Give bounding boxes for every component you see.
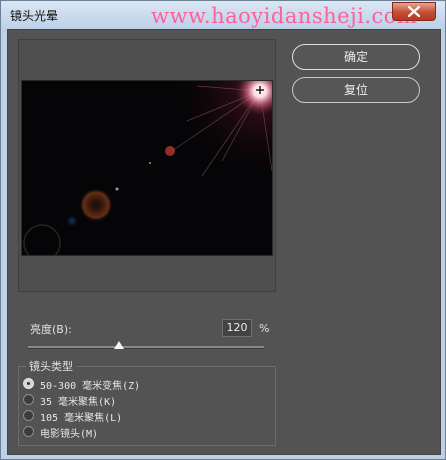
radio-button[interactable] bbox=[23, 426, 34, 437]
window-title: 镜头光晕 bbox=[10, 9, 59, 23]
flare-preview[interactable] bbox=[21, 80, 273, 256]
flare-preview-image bbox=[23, 81, 272, 255]
brightness-slider-track[interactable] bbox=[28, 346, 264, 349]
ok-button[interactable]: 确定 bbox=[292, 44, 420, 70]
preview-panel bbox=[18, 39, 276, 292]
radio-label: 50-300 毫米变焦(Z) bbox=[40, 381, 141, 392]
radio-button[interactable] bbox=[23, 394, 34, 405]
brightness-input[interactable]: 120 bbox=[222, 319, 252, 337]
watermark-text: www.haoyidansheji.com bbox=[151, 4, 418, 28]
brightness-slider-thumb[interactable] bbox=[114, 341, 124, 349]
lens-flare-dialog: 镜头光晕 www.haoyidansheji.com 确定 复位 亮度(B): … bbox=[0, 0, 446, 460]
radio-button[interactable] bbox=[23, 378, 34, 389]
close-icon bbox=[408, 6, 420, 17]
brightness-label: 亮度(B): bbox=[30, 323, 72, 336]
radio-button[interactable] bbox=[23, 410, 34, 421]
dialog-body: 确定 复位 亮度(B): 120 % 镜头类型 50-300 毫米变焦(Z) 3… bbox=[7, 29, 441, 455]
radio-label: 35 毫米聚焦(K) bbox=[40, 397, 117, 408]
close-button[interactable] bbox=[392, 2, 436, 21]
lens-type-title: 镜头类型 bbox=[26, 358, 76, 374]
reset-button[interactable]: 复位 bbox=[292, 77, 420, 103]
title-bar[interactable]: 镜头光晕 www.haoyidansheji.com bbox=[1, 1, 445, 28]
radio-label: 105 毫米聚焦(L) bbox=[40, 413, 123, 424]
brightness-unit: % bbox=[259, 322, 270, 335]
radio-label: 电影镜头(M) bbox=[40, 429, 99, 440]
